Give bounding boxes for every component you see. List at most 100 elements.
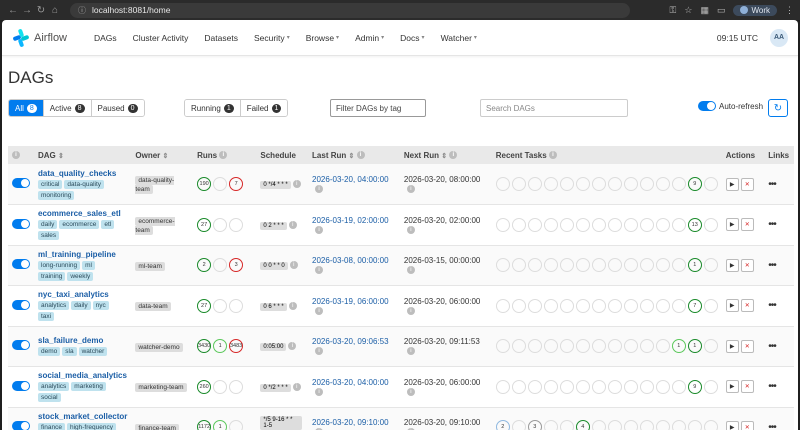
task-status-circle[interactable] [543,339,558,354]
info-icon[interactable]: i [406,306,415,315]
nav-menu-security[interactable]: Security ▾ [246,33,298,43]
task-status-circle[interactable] [559,379,574,394]
filter-tab-paused[interactable]: Paused 0 [91,100,144,116]
task-status-circle[interactable] [575,339,590,354]
nav-menu-datasets[interactable]: Datasets [196,33,246,43]
schedule-badge[interactable]: 0 */4 * * * [260,181,291,189]
task-status-circle[interactable] [511,298,526,313]
extensions-icon[interactable]: ▦ [700,5,709,16]
schedule-badge[interactable]: 0 2 * * * [260,221,287,230]
forward-icon[interactable]: → [20,5,34,16]
task-status-circle[interactable] [511,177,526,191]
task-status-circle[interactable] [527,217,542,232]
last-run-link[interactable]: 2026-03-20, 09:10:00 [312,418,389,427]
info-icon[interactable]: i [289,261,298,270]
reload-icon[interactable]: ↻ [34,5,48,16]
task-status-circle[interactable] [639,258,654,273]
dag-tag[interactable]: nyc [92,301,109,311]
task-status-circle[interactable] [511,258,526,273]
task-status-circle[interactable]: 4 [575,420,590,430]
task-status-circle[interactable] [559,339,574,354]
info-icon[interactable]: i [288,220,297,229]
dag-pause-toggle[interactable] [12,178,30,188]
task-status-circle[interactable] [671,420,686,430]
dag-pause-toggle[interactable] [12,380,30,391]
task-status-circle[interactable] [655,298,670,313]
task-status-circle[interactable] [543,420,558,430]
info-icon[interactable]: i [315,306,324,315]
task-status-circle[interactable] [527,298,542,313]
delete-dag-icon[interactable]: ✕ [740,177,754,191]
dag-tag[interactable]: ml [82,260,95,270]
filter-tab-failed[interactable]: Failed 1 [240,100,288,116]
owner-badge[interactable]: data-team [135,302,171,312]
task-status-circle[interactable] [527,258,542,273]
auto-refresh-toggle[interactable] [698,101,716,111]
star-icon[interactable]: ☆ [684,5,692,16]
dag-name-link[interactable]: sla_failure_demo [38,336,127,345]
schedule-badge[interactable]: 0:05:00 [260,343,287,352]
info-icon[interactable]: i [548,151,557,160]
task-status-circle[interactable] [687,420,702,430]
run-status-circle[interactable] [229,379,244,394]
task-status-circle[interactable] [543,177,558,191]
run-status-circle[interactable] [229,420,244,430]
task-status-circle[interactable] [607,379,622,394]
nav-menu-dags[interactable]: DAGs [86,33,125,43]
task-status-circle[interactable] [639,298,654,313]
task-status-circle[interactable] [543,379,558,394]
run-status-circle[interactable] [229,298,244,313]
more-links-icon[interactable]: ••• [768,300,776,311]
delete-dag-icon[interactable]: ✕ [740,218,754,232]
info-icon[interactable]: i [315,266,324,275]
task-status-circle[interactable] [703,339,718,354]
run-status-circle[interactable]: 27 [197,217,212,232]
task-status-circle[interactable] [495,339,510,354]
nav-menu-cluster-activity[interactable]: Cluster Activity [125,33,197,43]
run-status-circle[interactable]: 1 [213,339,228,354]
dag-name-link[interactable]: social_media_analytics [38,371,127,380]
task-status-circle[interactable] [575,258,590,273]
clock[interactable]: 09:15 UTC [717,33,758,43]
user-avatar[interactable]: AA [770,28,788,47]
run-status-circle[interactable]: 7 [229,177,244,191]
task-status-circle[interactable] [703,420,718,430]
dag-name-link[interactable]: ml_training_pipeline [38,250,127,259]
task-status-circle[interactable] [703,298,718,313]
info-icon[interactable]: i [292,179,301,188]
info-icon[interactable]: i [315,225,324,234]
task-status-circle[interactable] [559,298,574,313]
task-status-circle[interactable] [639,217,654,232]
run-status-circle[interactable]: 3430 [197,339,212,354]
dag-tag[interactable]: critical [38,179,63,189]
task-status-circle[interactable] [591,339,606,354]
owner-badge[interactable]: finance-team [135,423,179,430]
search-dags-input[interactable]: Search DAGs [480,99,628,117]
run-status-circle[interactable] [213,379,228,394]
task-status-circle[interactable]: 3 [527,420,542,430]
task-status-circle[interactable] [559,217,574,232]
task-status-circle[interactable] [671,379,686,394]
more-links-icon[interactable]: ••• [768,219,776,230]
task-status-circle[interactable] [495,298,510,313]
run-status-circle[interactable]: 1172 [197,420,212,430]
schedule-badge[interactable]: 0 */2 * * * [260,383,291,392]
task-status-circle[interactable] [639,177,654,191]
task-status-circle[interactable] [623,298,638,313]
schedule-badge[interactable]: */5 9-16 * * 1-5 [260,415,303,430]
task-status-circle[interactable] [495,258,510,273]
last-run-link[interactable]: 2026-03-19, 06:00:00 [312,297,389,306]
task-status-circle[interactable] [703,177,718,191]
dag-tag[interactable]: sla [62,347,77,357]
more-links-icon[interactable]: ••• [768,260,776,271]
task-status-circle[interactable] [623,177,638,191]
task-status-circle[interactable]: 1 [687,258,702,273]
dag-tag[interactable]: marketing [71,382,106,392]
more-links-icon[interactable]: ••• [768,381,776,392]
task-status-circle[interactable]: 2 [495,420,510,430]
run-status-circle[interactable] [213,298,228,313]
info-icon[interactable]: i [406,347,415,356]
task-status-circle[interactable] [671,177,686,191]
task-status-circle[interactable] [591,298,606,313]
dag-name-link[interactable]: stock_market_collector [38,412,127,421]
